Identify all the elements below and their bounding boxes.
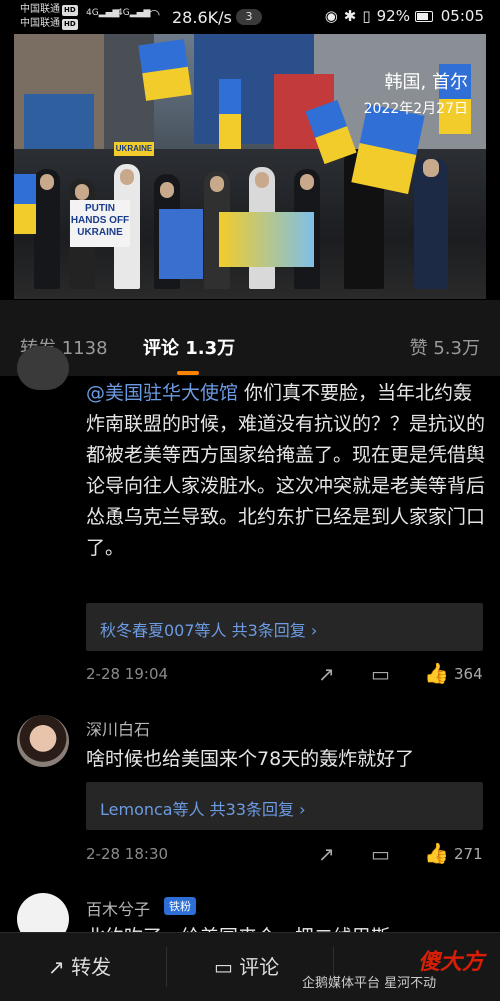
tab-likes[interactable]: 赞 5.3万 bbox=[410, 334, 480, 360]
repost-icon: ↗ bbox=[48, 955, 65, 979]
comment-username[interactable]: 深川白石 bbox=[86, 716, 150, 740]
person-head bbox=[300, 174, 314, 190]
notification-count: 3 bbox=[236, 9, 262, 25]
signal-icon: 4G▂▄▆ bbox=[86, 8, 120, 18]
protest-sign-blue bbox=[159, 209, 203, 279]
battery-percent: 92% bbox=[376, 7, 410, 25]
carrier-2: 中国联通 HD bbox=[20, 18, 78, 30]
repost-button[interactable]: ↗ 转发 bbox=[48, 933, 111, 1001]
comment-button[interactable]: ▭ 评论 bbox=[214, 933, 279, 1001]
carrier-1-name: 中国联通 bbox=[20, 4, 60, 15]
share-icon[interactable]: ↗ bbox=[318, 662, 335, 686]
bluetooth-icon: ✱ bbox=[343, 7, 357, 25]
person-head bbox=[210, 176, 224, 192]
fan-badge: 铁粉 bbox=[164, 897, 196, 915]
reply-summary-text: 秋冬春夏007等人 共3条回复 › bbox=[100, 621, 318, 640]
reply-icon[interactable]: ▭ bbox=[371, 842, 390, 866]
hd-badge: HD bbox=[62, 5, 78, 16]
clock: 05:05 bbox=[440, 7, 484, 25]
mention-link[interactable]: @美国驻华大使馆 bbox=[86, 382, 238, 404]
comment-time: 2-28 18:30 bbox=[86, 845, 169, 863]
tab-likes-count: 5.3万 bbox=[433, 338, 480, 359]
tab-comments[interactable]: 评论 1.3万 bbox=[143, 334, 235, 360]
eye-icon: ◉ bbox=[324, 7, 338, 25]
battery-icon bbox=[414, 11, 433, 22]
watermark-logo: 傻大方 bbox=[408, 944, 484, 984]
tab-comments-count: 1.3万 bbox=[185, 338, 236, 359]
reply-summary[interactable]: 秋冬春夏007等人 共3条回复 › bbox=[86, 603, 483, 651]
comment-time: 2-28 19:04 bbox=[86, 665, 169, 683]
like-icon[interactable]: 👍 bbox=[424, 841, 449, 865]
protester bbox=[414, 159, 448, 289]
repost-label: 转发 bbox=[71, 955, 112, 979]
reply-summary[interactable]: Lemonca等人 共33条回复 › bbox=[86, 782, 483, 830]
person-head bbox=[40, 174, 54, 190]
tab-likes-label: 赞 bbox=[409, 338, 428, 359]
protest-sign-small: UKRAINE bbox=[114, 142, 154, 156]
protest-banner bbox=[219, 212, 314, 267]
active-tab-indicator bbox=[177, 371, 199, 375]
vibrate-icon: ▯ bbox=[362, 7, 371, 25]
comment-body: 你们真不要脸，当年北约轰炸南联盟的时候，难道没有抗议的？？是抗议的都被老美等西方… bbox=[86, 382, 486, 559]
share-icon[interactable]: ↗ bbox=[318, 842, 335, 866]
person-head bbox=[75, 184, 89, 200]
like-count: 364 bbox=[454, 665, 483, 683]
hd-badge: HD bbox=[62, 19, 78, 30]
avatar[interactable] bbox=[17, 346, 69, 390]
photo-date: 2022年2月27日 bbox=[363, 101, 468, 117]
divider bbox=[166, 947, 167, 987]
photo-location: 韩国, 首尔 bbox=[384, 72, 468, 93]
wifi-icon: ◠ bbox=[148, 7, 161, 23]
ukraine-flag bbox=[219, 79, 241, 149]
status-right: ◉ ✱ ▯ 92% 05:05 bbox=[325, 7, 484, 25]
comment-text: @美国驻华大使馆 你们真不要脸，当年北约轰炸南联盟的时候，难道没有抗议的？？是抗… bbox=[86, 378, 486, 564]
comment-label: 评论 bbox=[239, 955, 280, 979]
person-head bbox=[120, 169, 134, 185]
person-head bbox=[423, 159, 439, 177]
tab-repost-count: 1138 bbox=[61, 338, 108, 359]
protest-sign: PUTIN HANDS OFF UKRAINE bbox=[70, 200, 130, 247]
reply-summary-text: Lemonca等人 共33条回复 › bbox=[100, 800, 306, 819]
watermark-logo-text: 傻大方 bbox=[417, 950, 484, 975]
comment-icon: ▭ bbox=[214, 955, 233, 979]
post-image[interactable]: PUTIN HANDS OFF UKRAINE UKRAINE 韩国, 首尔 2… bbox=[14, 34, 486, 299]
ukraine-flag bbox=[14, 174, 36, 234]
avatar[interactable] bbox=[17, 715, 69, 767]
signal-icon: 4G▂▄▆ bbox=[117, 8, 151, 18]
photo-caption: 韩国, 首尔 2022年2月27日 bbox=[364, 68, 468, 118]
like-icon[interactable]: 👍 bbox=[424, 661, 449, 685]
ukraine-flag bbox=[138, 39, 192, 101]
comment-text: 啥时候也给美国来个78天的轰炸就好了 bbox=[86, 748, 415, 770]
network-speed: 28.6K/s bbox=[172, 8, 232, 27]
like-count: 271 bbox=[454, 845, 483, 863]
post-tabs: 转发 1138 评论 1.3万 赞 5.3万 bbox=[0, 300, 500, 376]
person-head bbox=[255, 172, 269, 188]
person-head bbox=[160, 182, 174, 198]
status-bar: 中国联通 HD 中国联通 HD 4G▂▄▆ 4G▂▄▆ ◠ 28.6K/s 3 ◉ ✱… bbox=[0, 0, 500, 34]
comment-username[interactable]: 百木兮子 bbox=[86, 896, 150, 920]
carrier-2-name: 中国联通 bbox=[20, 18, 60, 29]
tab-comments-label: 评论 bbox=[143, 338, 179, 359]
reply-icon[interactable]: ▭ bbox=[371, 662, 390, 686]
carrier-1: 中国联通 HD bbox=[20, 4, 78, 16]
